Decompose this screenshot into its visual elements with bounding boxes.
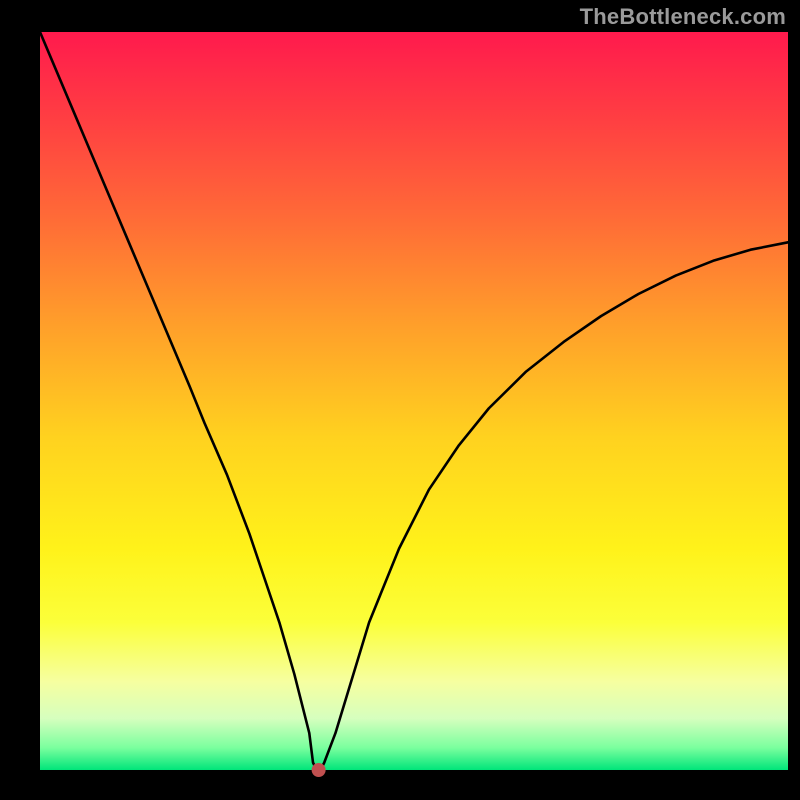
chart-frame: TheBottleneck.com [0,0,800,800]
optimal-point-marker [312,763,326,777]
watermark-label: TheBottleneck.com [580,4,786,30]
plot-area [40,32,788,770]
bottleneck-chart [0,0,800,800]
